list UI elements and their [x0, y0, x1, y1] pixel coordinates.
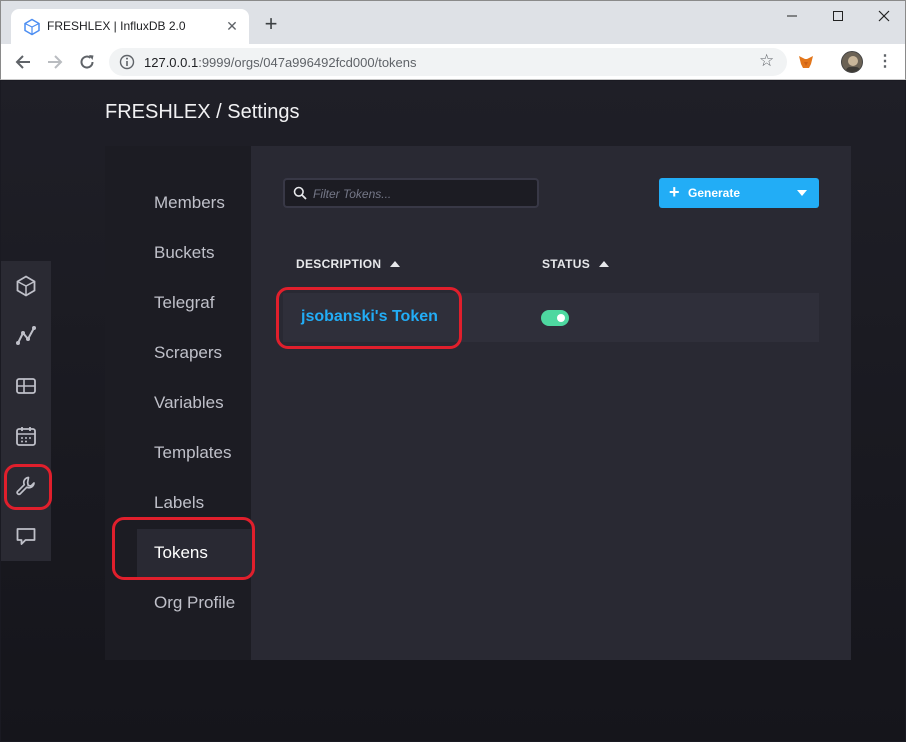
sort-ascending-icon	[390, 261, 401, 267]
window-minimize-button[interactable]	[769, 1, 815, 31]
graph-icon	[16, 326, 36, 345]
data-explorer-icon	[16, 275, 36, 297]
tab-title: FRESHLEX | InfluxDB 2.0	[47, 19, 186, 33]
metamask-extension-icon[interactable]	[797, 53, 815, 71]
tab-close-icon[interactable]: ✕	[223, 17, 241, 35]
reload-button[interactable]	[75, 50, 99, 74]
influxdb-favicon-icon	[24, 18, 40, 36]
back-button[interactable]	[11, 50, 35, 74]
sort-ascending-icon	[599, 261, 610, 267]
influxdb-app: FRESHLEX / Settings Members Buckets Tele…	[1, 81, 905, 741]
nav-dashboards[interactable]	[13, 373, 39, 399]
back-arrow-icon	[15, 55, 30, 69]
url-host: 127.0.0.1	[144, 55, 199, 70]
toggle-knob	[557, 314, 565, 322]
browser-menu-icon[interactable]: ⋮	[877, 52, 893, 72]
nav-graph[interactable]	[13, 323, 39, 349]
minimize-icon	[787, 15, 797, 17]
tab-org-profile[interactable]: Org Profile	[137, 579, 251, 627]
token-status-toggle[interactable]	[541, 310, 569, 326]
forward-button[interactable]	[43, 50, 67, 74]
generate-label: Generate	[688, 186, 741, 200]
url-text[interactable]: 127.0.0.1:9999/orgs/047a996492fcd000/tok…	[144, 55, 417, 70]
page-title: FRESHLEX / Settings	[105, 101, 300, 123]
reload-icon	[80, 55, 94, 69]
settings-panel: Members Buckets Telegraf Scrapers Variab…	[105, 146, 851, 660]
profile-avatar-image	[846, 56, 860, 72]
bookmark-star-icon[interactable]: ☆	[759, 52, 777, 70]
token-description-link[interactable]: jsobanski's Token	[301, 308, 438, 326]
browser-tab[interactable]: FRESHLEX | InfluxDB 2.0 ✕	[11, 9, 249, 45]
nav-data-explorer[interactable]	[13, 273, 39, 299]
settings-tab-list: Members Buckets Telegraf Scrapers Variab…	[105, 146, 251, 660]
filter-tokens-field[interactable]	[283, 178, 539, 208]
generate-button[interactable]: + Generate	[659, 178, 819, 208]
url-path: :9999/orgs/047a996492fcd000/tokens	[198, 55, 417, 70]
column-header-label: DESCRIPTION	[296, 257, 382, 271]
browser-titlebar: FRESHLEX | InfluxDB 2.0 ✕ +	[0, 0, 906, 45]
nav-feedback[interactable]	[13, 523, 39, 549]
table-row: jsobanski's Token	[283, 293, 819, 342]
tab-labels[interactable]: Labels	[137, 479, 251, 527]
tab-tokens[interactable]: Tokens	[137, 529, 251, 577]
tab-variables[interactable]: Variables	[137, 379, 251, 427]
settings-wrench-icon	[16, 476, 35, 496]
search-icon	[293, 186, 307, 200]
plus-icon: +	[669, 182, 680, 202]
forward-arrow-icon	[48, 55, 63, 69]
profile-avatar[interactable]	[841, 51, 863, 73]
tokens-content: + Generate DESCRIPTION STATUS jsobanski'…	[251, 146, 851, 660]
feedback-icon	[16, 528, 36, 545]
info-icon[interactable]	[119, 54, 135, 70]
tab-buckets[interactable]: Buckets	[137, 229, 251, 277]
filter-tokens-input[interactable]	[313, 184, 533, 204]
tab-scrapers[interactable]: Scrapers	[137, 329, 251, 377]
address-bar[interactable]: 127.0.0.1:9999/orgs/047a996492fcd000/tok…	[109, 48, 787, 76]
tab-telegraf[interactable]: Telegraf	[137, 279, 251, 327]
column-header-description[interactable]: DESCRIPTION	[296, 257, 401, 271]
column-header-status[interactable]: STATUS	[542, 257, 610, 271]
maximize-icon	[833, 11, 843, 21]
dashboards-icon	[16, 378, 36, 394]
tab-templates[interactable]: Templates	[137, 429, 251, 477]
nav-tasks[interactable]	[13, 423, 39, 449]
tasks-icon	[16, 427, 36, 446]
caret-down-icon	[797, 190, 807, 196]
browser-toolbar: 127.0.0.1:9999/orgs/047a996492fcd000/tok…	[0, 44, 906, 80]
tab-members[interactable]: Members	[137, 179, 251, 227]
close-icon	[878, 10, 890, 22]
window-maximize-button[interactable]	[815, 1, 861, 31]
left-nav	[1, 261, 51, 561]
nav-settings[interactable]	[13, 473, 39, 499]
window-close-button[interactable]	[861, 1, 906, 31]
column-header-label: STATUS	[542, 257, 591, 271]
new-tab-button[interactable]: +	[259, 13, 283, 37]
